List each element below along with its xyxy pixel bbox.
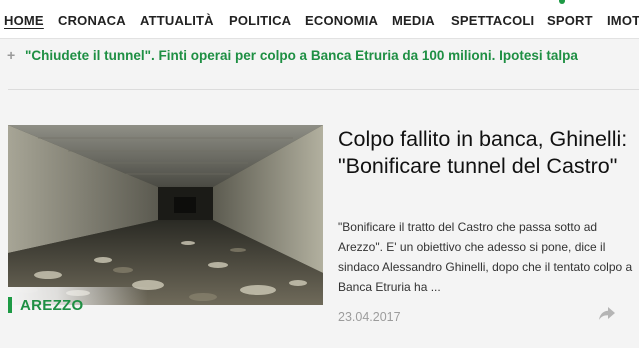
share-arrow-icon[interactable] <box>598 306 616 322</box>
news-ticker: + "Chiudete il tunnel". Finti operai per… <box>0 38 639 88</box>
nav-item-sport[interactable]: SPORT <box>547 13 593 28</box>
plus-icon: + <box>7 47 16 63</box>
nav-item-motori[interactable]: IMOT <box>607 13 639 28</box>
nav-item-economia[interactable]: ECONOMIA <box>305 13 378 28</box>
main-nav: HOME CRONACA ATTUALITÀ POLITICA ECONOMIA… <box>0 0 639 39</box>
category-accent-bar <box>8 297 12 313</box>
nav-item-media[interactable]: MEDIA <box>392 13 435 28</box>
category-label: AREZZO <box>20 297 84 314</box>
article-title[interactable]: Colpo fallito in banca, Ghinelli: "Bonif… <box>338 126 633 180</box>
ticker-headline-link[interactable]: "Chiudete il tunnel". Finti operai per c… <box>25 48 578 63</box>
nav-item-attualita[interactable]: ATTUALITÀ <box>140 13 214 28</box>
nav-indicator <box>559 0 565 4</box>
article-date: 23.04.2017 <box>338 310 401 324</box>
nav-item-home[interactable]: HOME <box>4 13 44 28</box>
article-summary: "Bonificare il tratto del Castro che pas… <box>338 220 633 294</box>
nav-item-politica[interactable]: POLITICA <box>229 13 291 28</box>
section-divider <box>8 89 639 90</box>
nav-item-cronaca[interactable]: CRONACA <box>58 13 126 28</box>
tunnel-photo <box>8 125 323 305</box>
nav-item-spettacoli[interactable]: SPETTACOLI <box>451 13 534 28</box>
article-thumbnail[interactable] <box>8 125 323 305</box>
